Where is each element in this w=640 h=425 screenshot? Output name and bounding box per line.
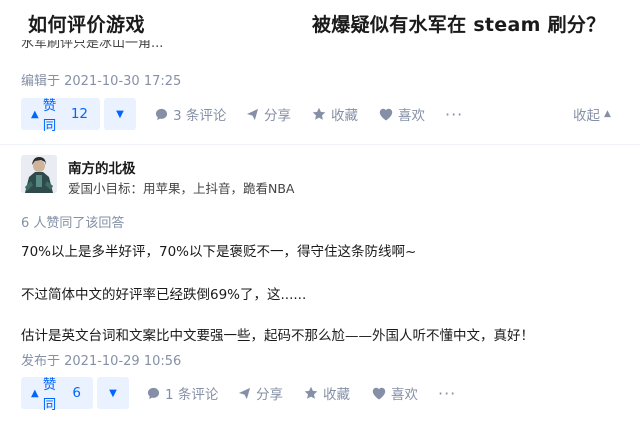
vote-up-button[interactable]: ▲ 赞同 12 [21,98,100,134]
triangle-up-icon: ▲ [31,108,39,120]
previous-answer-actions: ▲ 赞同 12 ▼ 3 条评论 分享 收藏 喜欢 ··· 收起 ▲ [21,98,621,134]
like-button[interactable]: 喜欢 [372,377,418,409]
comment-icon [147,387,160,399]
heart-icon [372,387,386,399]
more-button[interactable]: ··· [445,98,463,130]
publish-time[interactable]: 发布于 2021-10-29 10:56 [21,350,181,369]
heart-icon [379,108,393,120]
question-title-right: 被爆疑似有水军在 steam 刷分？ [312,14,606,36]
answer-actions: ▲ 赞同 6 ▼ 1 条评论 分享 收藏 喜欢 ··· [21,377,621,413]
vote-up-button[interactable]: ▲ 赞同 6 [21,377,93,413]
edit-time[interactable]: 编辑于 2021-10-30 17:25 [21,70,181,89]
author-name[interactable]: 南方的北极 [68,157,136,177]
star-icon [304,386,318,399]
answer-divider [0,144,640,145]
previous-answer-text: 水军刷评只是冰山一角... [21,40,164,51]
question-banner: 如何评价游戏 被爆疑似有水军在 steam 刷分？ [0,0,640,44]
answer-paragraph: 估计是英文台词和文案比中文要强一些，起码不那么尬——外国人听不懂中文，真好！ [21,328,534,344]
share-button[interactable]: 分享 [246,98,291,130]
agree-count[interactable]: 6 人赞同了该回答 [21,212,124,231]
answer-paragraph: 不过简体中文的好评率已经跌倒69%了，这...... [21,287,307,303]
like-button[interactable]: 喜欢 [379,98,425,130]
comment-icon [155,108,168,120]
collapse-button[interactable]: 收起 ▲ [573,98,611,130]
triangle-up-icon: ▲ [31,387,39,399]
more-button[interactable]: ··· [438,377,456,409]
triangle-down-icon: ▼ [116,108,124,120]
question-title-left: 如何评价游戏 [28,14,146,36]
share-icon [238,387,251,399]
triangle-down-icon: ▼ [109,387,117,399]
avatar-image-icon [21,155,57,193]
comment-button[interactable]: 1 条评论 [147,377,218,409]
comment-button[interactable]: 3 条评论 [155,98,226,130]
avatar[interactable] [21,155,57,193]
favorite-button[interactable]: 收藏 [312,98,358,130]
share-button[interactable]: 分享 [238,377,283,409]
share-icon [246,108,259,120]
answer-paragraph: 70%以上是多半好评，70%以下是褒贬不一，得守住这条防线啊~ [21,244,417,260]
vote-down-button[interactable]: ▼ [97,377,129,409]
chevron-up-icon: ▲ [604,109,611,119]
favorite-button[interactable]: 收藏 [304,377,350,409]
star-icon [312,107,326,120]
author-bio: 爱国小目标：用苹果，上抖音，跪看NBA [68,181,295,196]
vote-down-button[interactable]: ▼ [104,98,136,130]
